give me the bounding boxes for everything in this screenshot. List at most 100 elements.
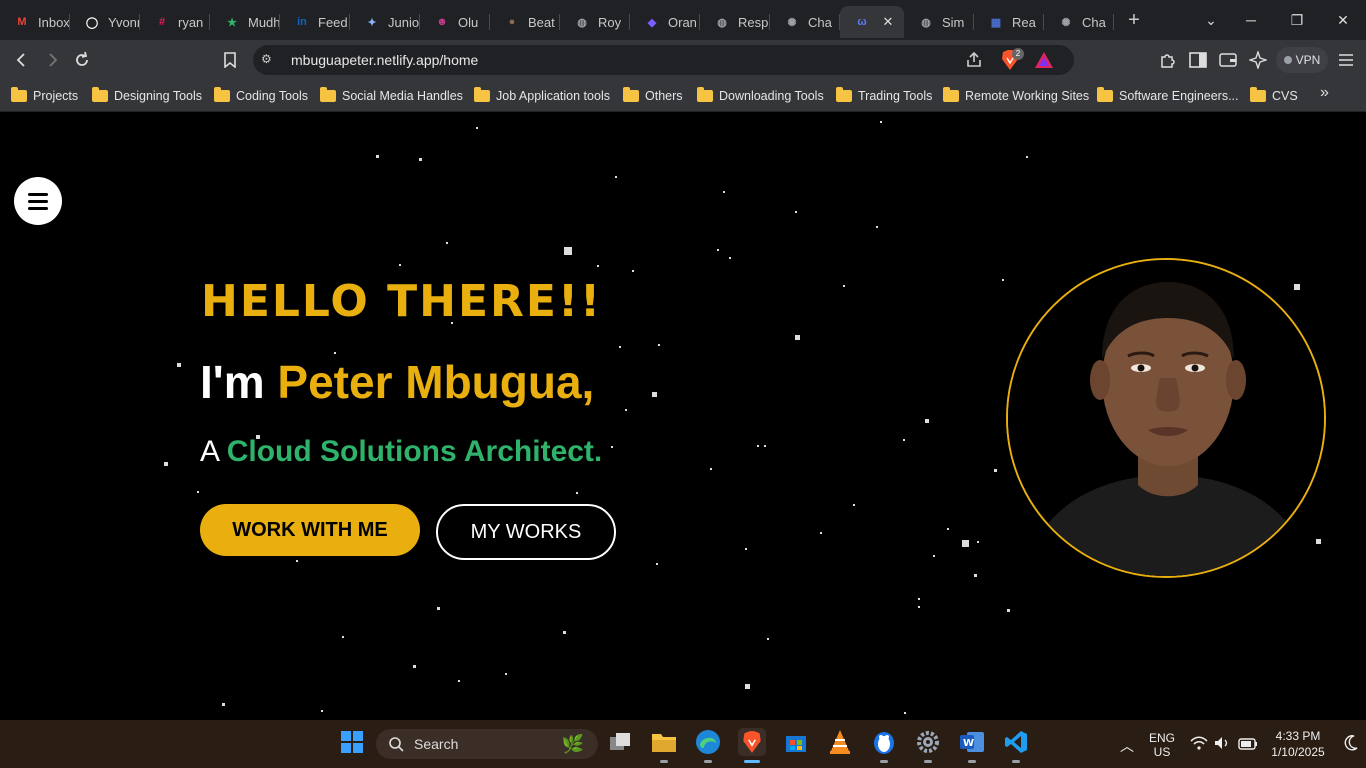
globe-icon: ◍: [577, 16, 587, 29]
avatar-icon: ●: [508, 16, 516, 28]
taskbar-search[interactable]: Search 🌿: [376, 729, 598, 759]
leo-ai-button[interactable]: [1246, 48, 1270, 72]
tab-title: Junior: [388, 14, 420, 30]
star: [399, 264, 401, 266]
bookmark-folder[interactable]: CVS: [1250, 86, 1298, 106]
vscode-button[interactable]: [1002, 728, 1030, 756]
bookmark-folder[interactable]: Others: [623, 86, 683, 106]
clock-date: 1/10/2025: [1271, 745, 1325, 759]
focus-moon-icon[interactable]: [1344, 735, 1358, 756]
show-hidden-icons-chevron-icon[interactable]: ︿: [1120, 736, 1134, 756]
vlc-button[interactable]: [826, 728, 854, 756]
sparkle-icon: ✦: [367, 16, 377, 29]
rewards-triangle-icon: [1035, 52, 1053, 68]
portrait-illustration: [1008, 260, 1324, 576]
bookmark-page-button[interactable]: [218, 48, 242, 72]
star: [376, 155, 379, 158]
bookmark-folder[interactable]: Designing Tools: [92, 86, 202, 106]
settings-button[interactable]: [914, 728, 942, 756]
browser-tab[interactable]: ✦ Junior: [350, 6, 420, 38]
star: [563, 631, 566, 634]
bookmark-folder[interactable]: Remote Working Sites: [943, 86, 1089, 106]
browser-tab[interactable]: ▦ Rea: [974, 6, 1044, 38]
star: [656, 563, 658, 565]
start-button[interactable]: [338, 728, 366, 756]
star: [1002, 279, 1004, 281]
browser-tab[interactable]: ★ Mudhe: [210, 6, 280, 38]
star: [222, 703, 225, 706]
new-tab-button[interactable]: +: [1114, 0, 1154, 40]
bookmark-label: Social Media Handles: [342, 89, 463, 103]
browser-tab[interactable]: ● Beat: [490, 6, 560, 38]
clock[interactable]: 4:33 PM 1/10/2025: [1262, 729, 1334, 759]
minimize-button[interactable]: ─: [1228, 0, 1274, 40]
url-text[interactable]: mbuguapeter.netlify.app/home: [291, 52, 478, 68]
bookmark-folder[interactable]: Trading Tools: [836, 86, 932, 106]
browser-tab[interactable]: ◍ Sim: [904, 6, 974, 38]
volume-icon[interactable]: [1214, 736, 1232, 755]
edge-button[interactable]: [694, 728, 722, 756]
tab-title: Sim: [942, 14, 965, 30]
store-button[interactable]: [782, 728, 810, 756]
profile-portrait: [1006, 258, 1326, 578]
star: [334, 352, 336, 354]
browser-tab[interactable]: ◆ Oran: [630, 6, 700, 38]
browser-tab[interactable]: ◍ Roy: [560, 6, 630, 38]
browser-tab[interactable]: ◍ Resp: [700, 6, 770, 38]
folder-icon: [214, 87, 230, 102]
tab-title: Yvonne: [108, 14, 140, 30]
search-highlight-icon: 🌿: [561, 733, 584, 754]
browser-tab[interactable]: ☻ Olu: [420, 6, 490, 38]
reload-button[interactable]: [70, 48, 94, 72]
browser-menu-button[interactable]: [1334, 48, 1358, 72]
sidebar-button[interactable]: [1186, 48, 1210, 72]
browser-tab[interactable]: ✺ Cha: [770, 6, 840, 38]
site-menu-button[interactable]: [14, 177, 62, 225]
vpn-button[interactable]: VPN: [1276, 47, 1328, 73]
language-indicator[interactable]: ENG US: [1148, 731, 1176, 759]
site-settings-icon[interactable]: ⚙: [261, 52, 277, 68]
browser-tab[interactable]: ◯ Yvonne: [70, 6, 140, 38]
browser-tab[interactable]: M Inbox: [0, 6, 70, 38]
more-bookmarks-chevron-icon[interactable]: »: [1320, 84, 1329, 102]
brave-rewards-button[interactable]: [1032, 48, 1056, 72]
word-button[interactable]: W: [958, 728, 986, 756]
star: [994, 469, 997, 472]
close-tab-icon[interactable]: ✕: [880, 14, 896, 30]
restore-button[interactable]: ❐: [1274, 0, 1320, 40]
star: [413, 665, 416, 668]
file-explorer-button[interactable]: [650, 728, 678, 756]
bookmark-folder[interactable]: Social Media Handles: [320, 86, 463, 106]
bookmark-folder[interactable]: Coding Tools: [214, 86, 308, 106]
profile-icon: ☻: [436, 16, 448, 28]
bookmark-folder[interactable]: Projects: [11, 86, 78, 106]
star: [625, 409, 627, 411]
browser-tab[interactable]: in Feed: [280, 6, 350, 38]
extensions-button[interactable]: [1156, 48, 1180, 72]
browser-tab[interactable]: # ryan: [140, 6, 210, 38]
forward-button[interactable]: [40, 48, 64, 72]
star: [611, 446, 613, 448]
brave-button[interactable]: [738, 728, 766, 756]
threads-icon: ◯: [85, 16, 99, 29]
bookmark-folder[interactable]: Software Engineers...: [1097, 86, 1239, 106]
bookmark-label: Trading Tools: [858, 89, 933, 103]
my-works-button[interactable]: MY WORKS: [436, 504, 616, 560]
running-indicator: [704, 760, 712, 763]
back-button[interactable]: [10, 48, 34, 72]
vscode-icon: [1005, 731, 1027, 753]
bookmark-folder[interactable]: Job Application tools: [474, 86, 610, 106]
task-view-button[interactable]: [606, 728, 634, 756]
wallet-button[interactable]: [1216, 48, 1240, 72]
browser-tab[interactable]: ω ✕: [840, 6, 904, 38]
work-with-me-button[interactable]: WORK WITH ME: [200, 504, 420, 556]
wifi-icon[interactable]: [1190, 736, 1208, 755]
bookmark-folder[interactable]: Downloading Tools: [697, 86, 824, 106]
browser-tab[interactable]: ✺ Cha: [1044, 6, 1114, 38]
penguin-app-button[interactable]: [870, 728, 898, 756]
share-button[interactable]: [962, 48, 986, 72]
battery-icon[interactable]: [1238, 737, 1258, 755]
close-window-button[interactable]: ✕: [1320, 0, 1366, 40]
star: [619, 346, 621, 348]
running-indicator: [968, 760, 976, 763]
